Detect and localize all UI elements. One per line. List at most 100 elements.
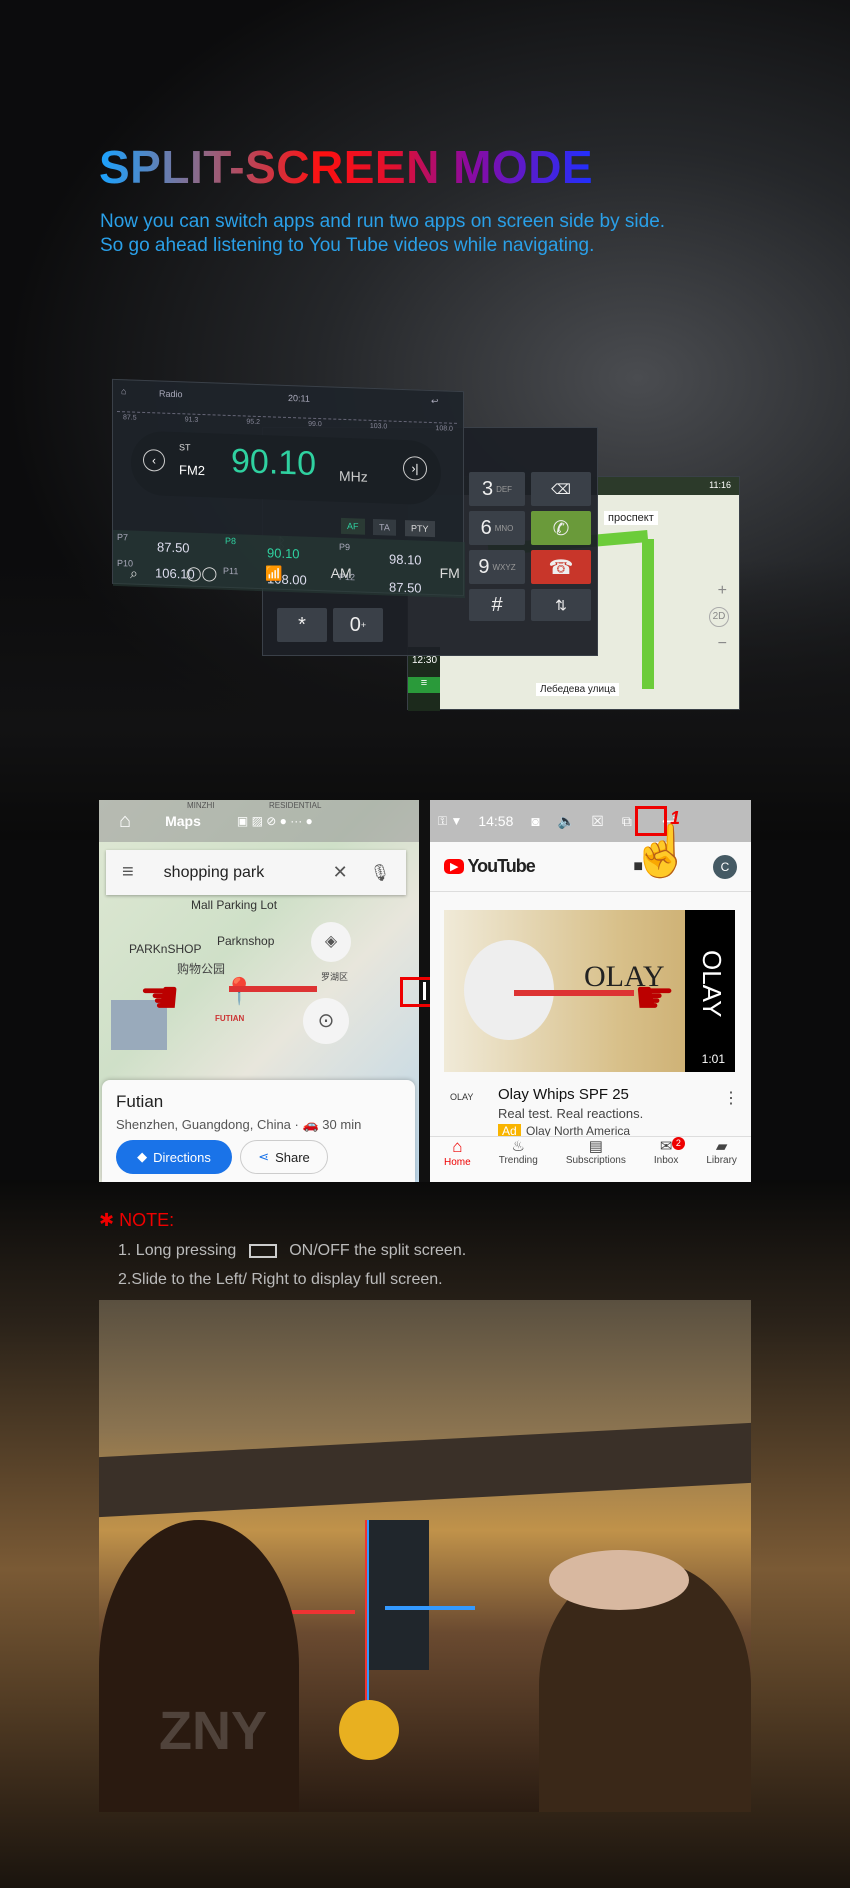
previous-station-icon[interactable]: ‹ [143,448,165,472]
my-location-icon[interactable]: ⊙ [303,998,349,1044]
2d-toggle[interactable]: 2D [709,607,729,627]
pty-button[interactable]: PTY [405,520,435,538]
swap-icon[interactable]: ⇅ [531,589,591,621]
map-label: Mall Parking Lot [191,898,278,912]
place-details: Shenzhen, Guangdong, China · [116,1117,299,1132]
drive-time: 30 min [322,1117,362,1132]
status-bar: ⚿ ▼ 14:58 ◙ 🔈 ☒ ⧉ ↩ [430,800,751,842]
split-screen-icon [248,1243,277,1258]
home-icon[interactable]: ⌂ [121,386,126,396]
sunflowers [339,1700,399,1760]
nav-trending[interactable]: ♨ Trending [499,1137,538,1182]
fire-icon: ♨ [511,1138,525,1155]
key-6[interactable]: 6 [481,517,492,540]
back-icon[interactable]: ↩ [431,396,439,407]
maps-app-label: Maps [165,813,201,829]
frequency-display: 90.10 [231,442,317,483]
car-icon: 🚗 [302,1117,319,1132]
video-thumbnail[interactable]: OLAY 1:01 OLAY ☛ [444,910,735,1072]
nav-label: Trending [498,1155,538,1166]
youtube-brand: YouTube [467,856,535,876]
home-icon[interactable]: ⌂ [119,810,131,833]
preset-p8[interactable]: 90.10 [267,545,300,561]
close-app-icon[interactable]: ☒ [591,813,604,830]
scale-tick: 87.5 [123,414,137,422]
menu-icon[interactable]: ≡ [122,861,134,884]
note-text: 1. Long pressing [118,1242,237,1259]
preset-label: P9 [339,541,351,553]
avatar[interactable]: C [713,854,737,879]
map-label: Parknshop [217,934,275,948]
video-title[interactable]: Olay Whips SPF 25 [498,1086,629,1103]
ta-button[interactable]: TA [373,518,396,536]
layers-icon[interactable]: ◈ [311,922,351,962]
route-line [642,539,654,689]
zoom-in-icon[interactable]: + [718,582,727,600]
map-label: MINZHI [187,801,215,810]
zoom-out-icon[interactable]: − [718,635,727,653]
watermark-logo: ZNY [159,1701,267,1761]
windshield-frame [99,1422,751,1518]
note-line-2: 2.Slide to the Left/ Right to display fu… [118,1271,443,1288]
nav-clock-bottom: 12:30 [412,655,438,666]
preset-p7[interactable]: 87.50 [157,539,190,555]
key-9[interactable]: 9 [478,556,489,579]
af-button[interactable]: AF [341,517,365,535]
directions-label: Directions [153,1149,211,1165]
place-name: Futian [116,1092,164,1111]
scale-tick: 99.0 [308,420,322,429]
convertible-photo: ZNY [99,1300,751,1812]
status-clock: 14:58 [478,813,514,829]
nav-subscriptions[interactable]: ▤ Subscriptions [566,1137,626,1182]
key-hash[interactable]: # [491,594,502,617]
scale-tick: 103.0 [369,422,388,431]
camera-icon[interactable]: ◙ [531,813,539,829]
stereo-icon[interactable]: ◯◯ [186,565,217,582]
video-description: Real test. Real reactions. [498,1106,644,1121]
fm-button[interactable]: FM [440,565,460,582]
subtitle-line-1: Now you can switch apps and run two apps… [100,211,666,232]
key-letters: MNO [494,523,514,533]
call-icon[interactable]: ✆ [531,511,591,545]
frequency-unit: MHz [339,467,368,485]
directions-button[interactable]: ◆ Directions [116,1140,232,1174]
clock: 20:11 [288,393,310,404]
hang-up-icon[interactable]: ☎ [531,550,591,584]
maps-split-screen[interactable]: ⌂ Maps ▣ ▨ ⊘ ● ··· ● MINZHI RESIDENTIAL … [99,800,419,1182]
divider-handle[interactable] [423,982,426,1000]
key-letters: + [360,620,367,630]
home-icon: ⌂ [452,1137,463,1156]
map-label: 罗湖区 [321,972,349,982]
clear-icon[interactable]: ✕ [333,862,348,883]
menu-icon[interactable]: ≡ [408,677,440,693]
car-screen [369,1520,429,1670]
note-text: ON/OFF the split screen. [289,1242,467,1259]
search-input[interactable]: shopping park [164,864,265,882]
more-options-icon[interactable]: ⋮ [723,1088,739,1108]
preset-label: P8 [225,535,237,547]
channel-logo[interactable]: OLAY [450,1092,473,1102]
backspace-icon[interactable]: ⌫ [531,472,591,506]
next-station-icon[interactable]: ›| [403,456,427,481]
bottom-nav: ⌂ Home ♨ Trending ▤ Subscriptions ✉ 2 Inbox ▰… [430,1136,751,1182]
mic-icon[interactable]: 🎙 [370,863,390,883]
key-0[interactable]: 0 [350,614,361,637]
nav-home[interactable]: ⌂ Home [444,1137,471,1182]
share-icon: ⋖ [258,1149,270,1164]
share-button[interactable]: ⋖ Share [240,1140,328,1174]
map-label: PARKnSHOP [129,942,202,956]
antenna-icon[interactable]: 📶 [265,565,282,582]
search-icon[interactable]: ⌕ [130,565,138,582]
street-label: Лебедева улица [536,683,620,696]
am-button[interactable]: AM [331,565,352,582]
nav-inbox[interactable]: ✉ 2 Inbox [654,1137,685,1182]
volume-icon[interactable]: 🔈 [558,813,575,830]
search-bar[interactable]: ≡ shopping park ✕ 🎙 [106,850,406,895]
nav-library[interactable]: ▰ Library [706,1137,737,1182]
page-title: SPLIT-SCREEN MODE [99,141,594,193]
key-star[interactable]: * [298,614,306,637]
key-3[interactable]: 3 [482,478,493,501]
swipe-hand-icon: ☚ [139,971,181,1023]
band-label: FM2 [179,462,205,479]
youtube-split-screen[interactable]: ⚿ ▼ 14:58 ◙ 🔈 ☒ ⧉ ↩ ▶ YouTube ■ C OLAY 1… [430,800,751,1182]
